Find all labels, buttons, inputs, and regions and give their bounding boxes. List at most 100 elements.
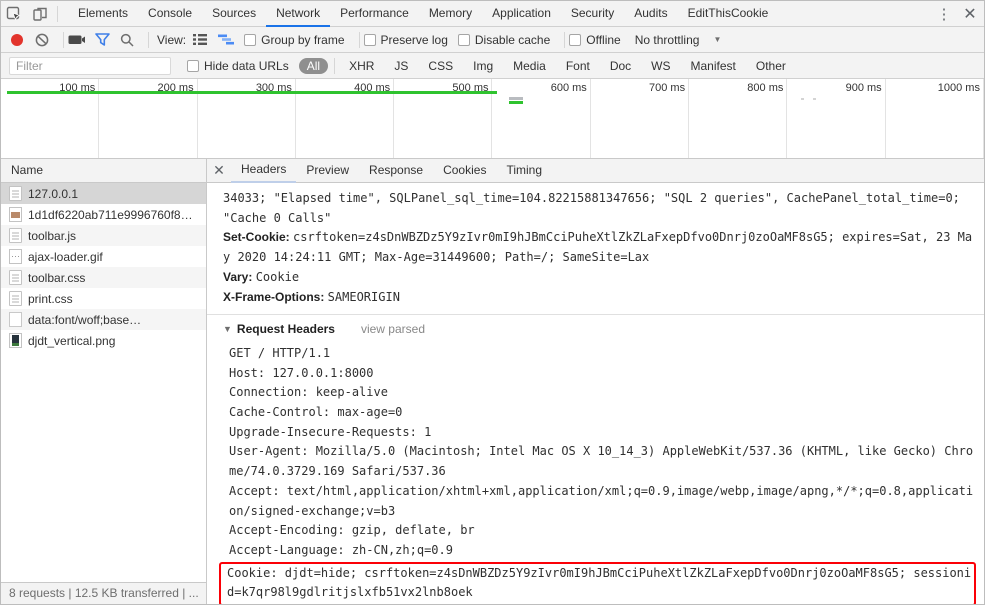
throttling-value: No throttling <box>634 32 700 47</box>
raw-header-line: Host: 127.0.0.1:8000 <box>229 365 374 380</box>
request-row-ajax-loader.gif[interactable]: ajax-loader.gif <box>1 246 206 267</box>
large-request-rows-icon[interactable] <box>192 33 208 46</box>
disable-cache-checkbox[interactable]: Disable cache <box>457 33 550 47</box>
request-row-toolbar.css[interactable]: toolbar.css <box>1 267 206 288</box>
request-row-data-font-woff-base-[interactable]: data:font/woff;base… <box>1 309 206 330</box>
detail-tab-headers[interactable]: Headers <box>231 159 297 183</box>
filter-bar: Hide data URLs All XHRJSCSSImgMediaFontDo… <box>1 53 984 79</box>
tabbar-right: ⋮ ✕ <box>932 4 984 24</box>
blank-file-icon <box>9 312 22 327</box>
network-overview[interactable]: 100 ms 200 ms 300 ms 400 ms 500 ms 600 ms 700 … <box>1 79 984 159</box>
filter-type-img[interactable]: Img <box>465 58 501 74</box>
request-name: 1d1df6220ab711e9996760f8… <box>28 207 193 222</box>
capture-screenshots-icon[interactable] <box>68 33 85 46</box>
overview-dot <box>813 98 816 100</box>
document-file-icon <box>9 291 22 306</box>
preserve-log-label: Preserve log <box>380 32 448 47</box>
filter-type-xhr[interactable]: XHR <box>341 58 382 74</box>
filter-icon[interactable] <box>95 33 110 46</box>
filter-type-media[interactable]: Media <box>505 58 554 74</box>
throttling-select[interactable]: No throttling ▼ <box>635 33 722 47</box>
response-header-vary: Vary: Cookie <box>223 268 978 288</box>
detail-tab-cookies[interactable]: Cookies <box>433 159 496 183</box>
timeline-tick: 800 ms <box>689 79 788 158</box>
overview-request-bar-gray <box>509 97 523 100</box>
tab-console[interactable]: Console <box>138 1 202 27</box>
request-row-1d1df6220ab711e9996760f8-[interactable]: 1d1df6220ab711e9996760f8… <box>1 204 206 225</box>
overview-load-line <box>7 91 497 94</box>
detail-tab-response[interactable]: Response <box>359 159 433 183</box>
raw-header-line: User-Agent: Mozilla/5.0 (Macintosh; Inte… <box>229 444 974 479</box>
detail-tab-bar: ✕ Headers Preview Response Cookies Timing <box>207 159 984 183</box>
checkbox-icon <box>187 59 199 72</box>
document-file-icon <box>9 228 22 243</box>
tab-security[interactable]: Security <box>561 1 624 27</box>
close-detail-icon[interactable]: ✕ <box>207 162 231 179</box>
filter-type-js[interactable]: JS <box>386 58 416 74</box>
detail-tab-preview[interactable]: Preview <box>296 159 359 183</box>
inspect-element-icon[interactable] <box>1 1 27 26</box>
request-row-print.css[interactable]: print.css <box>1 288 206 309</box>
request-row-djdt-vertical.png[interactable]: djdt_vertical.png <box>1 330 206 351</box>
raw-header-line: Cookie: djdt=hide; csrftoken=z4sDnWBZDz5… <box>227 565 972 600</box>
view-parsed-link[interactable]: view parsed <box>361 320 425 340</box>
request-row-127.0.0.1[interactable]: 127.0.0.1 <box>1 183 206 204</box>
filter-type-doc[interactable]: Doc <box>602 58 639 74</box>
response-header-x-frame-options: X-Frame-Options: SAMEORIGIN <box>223 288 978 308</box>
request-name: djdt_vertical.png <box>28 333 116 348</box>
filter-type-ws[interactable]: WS <box>643 58 678 74</box>
tab-audits[interactable]: Audits <box>624 1 677 27</box>
view-label: View: <box>157 32 187 47</box>
show-overview-icon[interactable] <box>218 33 235 46</box>
offline-checkbox[interactable]: Offline <box>569 33 621 47</box>
filter-type-all[interactable]: All <box>298 57 329 74</box>
response-header-fragment: 34033; "Elapsed time", SQLPanel_sql_time… <box>223 191 960 225</box>
tab-network[interactable]: Network <box>266 1 331 27</box>
clear-icon[interactable] <box>35 33 49 47</box>
tab-performance[interactable]: Performance <box>330 1 419 27</box>
request-name: toolbar.js <box>28 228 77 243</box>
filter-type-other[interactable]: Other <box>748 58 794 74</box>
tab-editthiscookie[interactable]: EditThisCookie <box>678 1 779 27</box>
divider <box>57 5 58 22</box>
filter-input[interactable] <box>9 56 171 75</box>
name-column-header[interactable]: Name <box>1 159 206 183</box>
record-network-log-button[interactable] <box>11 33 23 46</box>
request-name: 127.0.0.1 <box>28 186 79 201</box>
hide-data-urls-checkbox[interactable]: Hide data URLs <box>187 59 289 73</box>
tab-memory[interactable]: Memory <box>419 1 482 27</box>
request-headers-raw: GET / HTTP/1.1 Host: 127.0.0.1:8000 Connec… <box>219 344 978 604</box>
header-value: Cookie <box>255 269 300 284</box>
filter-type-font[interactable]: Font <box>558 58 598 74</box>
timeline-tick: 1000 ms <box>886 79 984 158</box>
more-options-icon[interactable]: ⋮ <box>932 5 956 23</box>
header-value: csrftoken=z4sDnWBZDz5Y9zIvr0mI9hJBmCciPu… <box>223 230 973 265</box>
request-name: print.css <box>28 291 73 306</box>
header-value: SAMEORIGIN <box>327 289 400 304</box>
group-by-frame-checkbox[interactable]: Group by frame <box>244 33 345 47</box>
detail-tab-timing[interactable]: Timing <box>496 159 552 183</box>
tab-elements[interactable]: Elements <box>68 1 138 27</box>
document-file-icon <box>9 186 22 201</box>
device-toolbar-icon[interactable] <box>27 1 53 26</box>
close-devtools-icon[interactable]: ✕ <box>956 4 984 24</box>
search-icon[interactable] <box>120 33 134 47</box>
request-row-toolbar.js[interactable]: toolbar.js <box>1 225 206 246</box>
devtools-window: Elements Console Sources Network Performance… <box>0 0 985 605</box>
overview-request-bar-green <box>509 101 523 104</box>
filter-type-css[interactable]: CSS <box>420 58 461 74</box>
network-toolbar: View: Group by frame Preserve log Disabl… <box>1 27 984 53</box>
filter-type-manifest[interactable]: Manifest <box>683 58 744 74</box>
divider <box>564 31 566 48</box>
checkbox-icon <box>244 33 257 46</box>
request-name: data:font/woff;base… <box>28 312 142 327</box>
request-list: 127.0.0.1 1d1df6220ab711e9996760f8… toolba… <box>1 183 206 351</box>
tab-application[interactable]: Application <box>482 1 561 27</box>
tab-sources[interactable]: Sources <box>202 1 266 27</box>
request-headers-section: ▼ Request Headers view parsed <box>223 315 978 344</box>
preserve-log-checkbox[interactable]: Preserve log <box>363 32 448 47</box>
raw-header-line: Accept-Encoding: gzip, deflate, br <box>229 523 475 538</box>
triangle-down-icon[interactable]: ▼ <box>223 320 232 340</box>
request-headers-title[interactable]: Request Headers <box>237 320 335 340</box>
image-dark-file-icon <box>9 333 22 348</box>
